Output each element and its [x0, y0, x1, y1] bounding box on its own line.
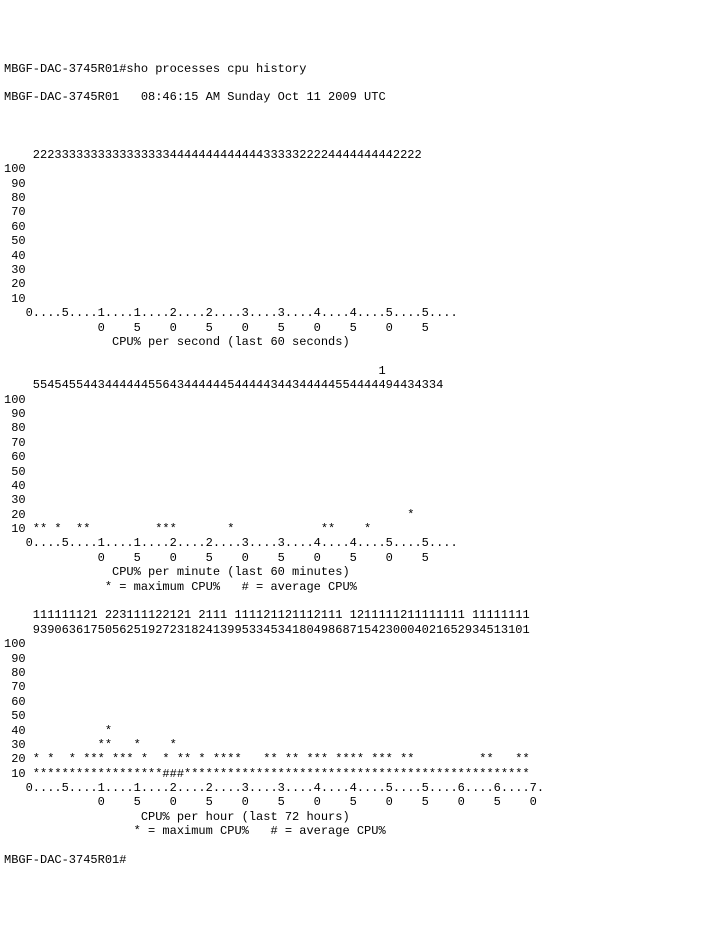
chart2-y60: 60	[4, 450, 26, 464]
chart3-caption1: CPU% per hour (last 72 hours)	[4, 810, 350, 824]
chart3-y70: 70	[4, 680, 26, 694]
chart1-caption: CPU% per second (last 60 seconds)	[4, 335, 350, 349]
chart2-values2: 5545455443444444556434444445444443443444…	[4, 378, 443, 392]
chart3-y50: 50	[4, 709, 26, 723]
chart1-xruler2: 0 5 0 5 0 5 0 5 0 5	[4, 321, 429, 335]
header-line: MBGF-DAC-3745R01 08:46:15 AM Sunday Oct …	[4, 90, 386, 104]
chart2-caption1: CPU% per minute (last 60 minutes)	[4, 565, 350, 579]
chart1-y50: 50	[4, 234, 26, 248]
chart1-y40: 40	[4, 249, 26, 263]
chart1-xruler: 0....5....1....1....2....2....3....3....…	[4, 306, 458, 320]
chart3-y40: 40 *	[4, 724, 112, 738]
prompt: MBGF-DAC-3745R01#	[4, 62, 126, 76]
chart1-y60: 60	[4, 220, 26, 234]
chart1-y20: 20	[4, 277, 26, 291]
chart3-xruler: 0....5....1....1....2....2....3....3....…	[4, 781, 544, 795]
chart3-values2: 9390636175056251927231824139953345341804…	[4, 623, 530, 637]
chart2-y30: 30	[4, 493, 26, 507]
chart3-y90: 90	[4, 652, 26, 666]
chart3-caption2: * = maximum CPU% # = average CPU%	[4, 824, 386, 838]
chart1-values: 2223333333333333333444444444444433333222…	[4, 148, 422, 162]
chart2-y50: 50	[4, 465, 26, 479]
chart2-y90: 90	[4, 407, 26, 421]
prompt-end[interactable]: MBGF-DAC-3745R01#	[4, 853, 126, 867]
chart2-caption2: * = maximum CPU% # = average CPU%	[4, 580, 357, 594]
chart1-y90: 90	[4, 177, 26, 191]
chart2-y80: 80	[4, 421, 26, 435]
chart2-y100: 100	[4, 393, 26, 407]
chart2-values1: 1	[4, 364, 386, 378]
chart3-values1: 111111121 223111122121 2111 111121121112…	[4, 608, 530, 622]
chart3-y20: 20 * * * *** *** * * ** * **** ** ** ***…	[4, 752, 530, 766]
chart2-y40: 40	[4, 479, 26, 493]
chart1-y100: 100	[4, 162, 26, 176]
chart3-y30: 30 ** * *	[4, 738, 177, 752]
chart2-xruler: 0....5....1....1....2....2....3....3....…	[4, 536, 458, 550]
chart1-y80: 80	[4, 191, 26, 205]
chart2-y20: 20 *	[4, 508, 414, 522]
chart3-xruler2: 0 5 0 5 0 5 0 5 0 5 0 5 0	[4, 795, 537, 809]
command: sho processes cpu history	[126, 62, 306, 76]
prompt-line: MBGF-DAC-3745R01#sho processes cpu histo…	[4, 62, 306, 76]
chart1-y30: 30	[4, 263, 26, 277]
chart3-y60: 60	[4, 695, 26, 709]
chart3-y100: 100	[4, 637, 26, 651]
chart1-y70: 70	[4, 205, 26, 219]
chart3-y10: 10 ******************###****************…	[4, 767, 530, 781]
chart3-y80: 80	[4, 666, 26, 680]
chart2-y10: 10 ** * ** *** * ** *	[4, 522, 371, 536]
chart2-y70: 70	[4, 436, 26, 450]
chart2-xruler2: 0 5 0 5 0 5 0 5 0 5	[4, 551, 429, 565]
chart1-y10: 10	[4, 292, 26, 306]
